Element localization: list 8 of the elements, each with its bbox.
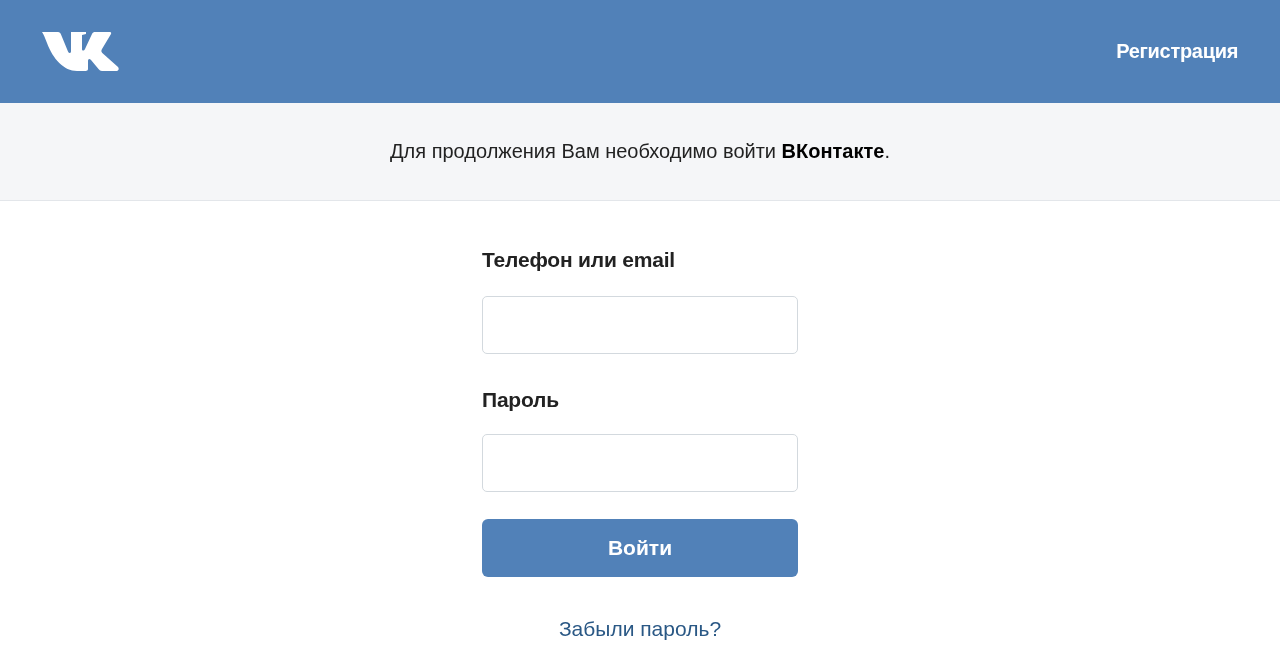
registration-link[interactable]: Регистрация	[1116, 40, 1238, 63]
forgot-password-link[interactable]: Забыли пароль?	[558, 616, 722, 642]
field-label: Телефон или email	[482, 247, 676, 273]
field-label: Пароль	[482, 387, 560, 413]
login-required-message: Для продолжения Вам необходимо войти ВКонтакте.	[390, 140, 890, 163]
login-button[interactable]: Войти	[482, 519, 798, 577]
password-field[interactable]	[482, 434, 798, 492]
login-field[interactable]	[482, 296, 798, 354]
